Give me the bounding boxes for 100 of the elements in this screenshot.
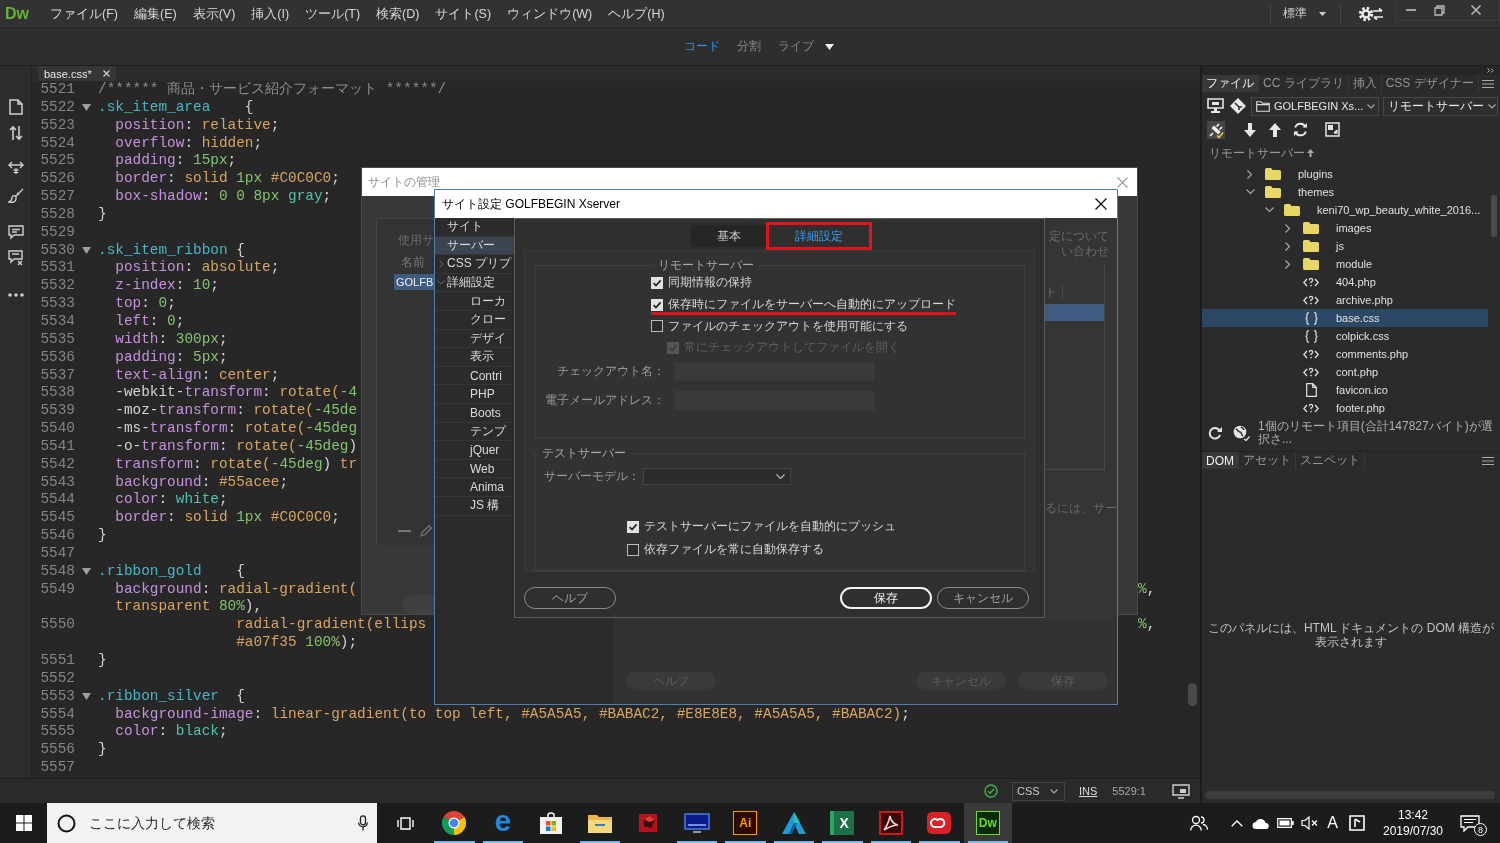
file-tree-item[interactable]: 404.php [1202,273,1488,291]
panel-tab[interactable]: ファイル [1202,75,1259,92]
menu-item[interactable]: ツール(T) [297,4,369,23]
cloud-icon[interactable] [1252,817,1271,829]
file-tree-item[interactable]: colpick.css [1202,327,1488,345]
checkbox[interactable] [627,543,639,556]
refresh-icon[interactable] [1208,426,1222,440]
fold-caret-icon[interactable] [82,247,91,254]
ime-pad-icon[interactable] [1349,815,1365,831]
chevron-down-icon[interactable] [1245,189,1255,195]
battery-icon[interactable] [1277,818,1295,828]
pencil-icon[interactable] [420,525,432,537]
file-tree-item[interactable]: favicon.ico [1202,381,1488,399]
taskbar-app[interactable]: Ai [721,803,770,843]
site-row[interactable]: GOLFB [394,274,434,290]
caret-icon[interactable] [825,43,834,50]
double-chevron-icon[interactable] [1487,68,1494,73]
menu-icon[interactable] [1482,456,1494,465]
chevron-down-icon[interactable] [1264,207,1274,213]
panel-tab[interactable]: DOM [1202,452,1239,469]
file-tree-item[interactable]: base.css [1202,309,1488,327]
file-tree-item[interactable]: plugins [1202,165,1488,183]
chevron-right-icon[interactable] [1247,169,1253,179]
chevron-up-icon[interactable] [1231,819,1244,827]
chevron-right-icon[interactable] [1285,223,1291,233]
menu-item[interactable]: 編集(E) [125,4,185,23]
view-tab[interactable]: コード [684,38,720,55]
column-header[interactable]: リモートサーバー [1209,144,1305,162]
dialog-button[interactable]: 保存 [840,587,932,609]
globe-icon[interactable] [1232,425,1250,441]
search-bar[interactable]: ここに入力して検索 [47,803,377,843]
scrollbar[interactable] [1188,683,1197,706]
expand-arrows-icon[interactable] [7,161,24,175]
workspace-dropdown[interactable]: 標準 [1283,5,1326,22]
taskbar-app[interactable]: e [478,803,527,843]
scrollbar[interactable] [1491,195,1497,237]
chevron-right-icon[interactable] [1285,259,1291,269]
clock[interactable]: 13:42 2019/07/30 [1382,807,1444,839]
search-field[interactable]: ここに入力して検索 [87,814,358,832]
view-dropdown[interactable]: リモートサーバー [1383,96,1498,116]
monitor-icon[interactable] [1207,98,1224,114]
fold-caret-icon[interactable] [82,568,91,576]
panel-tab[interactable]: 挿入 [1348,75,1382,92]
refresh-icon[interactable] [1293,122,1308,137]
panel-tab[interactable]: アセット [1239,452,1296,469]
panel-tab[interactable]: スニペット [1296,452,1365,469]
menu-item[interactable]: ウィンドウ(W) [499,4,601,23]
menu-item[interactable]: 表示(V) [184,4,244,23]
site-dropdown[interactable]: GOLFBEGIN Xs... [1251,96,1379,116]
file-tree-item[interactable]: themes [1202,183,1488,201]
chevron-right-icon[interactable] [1285,241,1291,251]
fold-caret-icon[interactable] [82,693,91,701]
menu-item[interactable]: ファイル(F) [42,4,126,23]
expand-icon[interactable] [1325,122,1340,137]
menu-item[interactable]: サイト(S) [427,4,500,23]
diamond-icon[interactable] [1230,98,1246,114]
people-icon[interactable] [1190,815,1209,831]
file-tree-item[interactable]: comments.php [1202,345,1488,363]
brush-icon[interactable] [7,188,24,204]
view-tab[interactable]: ライブ [778,38,814,55]
file-tree-item[interactable]: keni70_wp_beauty_white_2016... [1202,201,1488,219]
down-arrow-icon[interactable] [1244,122,1256,137]
speaker-muted-icon[interactable] [1301,816,1319,830]
checkbox-label: テストサーバーにファイルを自動的にプッシュ [644,518,896,535]
sort-arrows-icon[interactable] [8,125,23,141]
taskbar-app[interactable]: X [818,803,867,843]
file-tree-item[interactable]: js [1202,237,1488,255]
panel-tab[interactable]: CC ライブラリ [1259,75,1349,92]
file-icon[interactable] [8,99,23,115]
file-tab[interactable]: base.css* [38,66,116,81]
notification-icon[interactable] [1460,814,1480,832]
insert-mode-toggle[interactable]: INS [1079,785,1098,797]
close-icon[interactable] [1095,198,1107,210]
more-icon[interactable] [7,293,24,297]
fold-caret-icon[interactable] [82,104,91,112]
menu-item[interactable]: 検索(D) [368,4,428,23]
file-tree-item[interactable]: footer.php [1202,399,1488,417]
comment-remove-icon[interactable] [7,250,24,266]
up-arrow-icon[interactable] [1269,122,1281,137]
comment-icon[interactable] [7,225,24,240]
view-tab[interactable]: 分割 [737,38,761,55]
file-tree-item[interactable]: cont.php [1202,363,1488,381]
menu-icon[interactable] [1482,79,1494,88]
plug-icon[interactable] [1207,120,1225,139]
menu-item[interactable]: 挿入(I) [243,4,298,23]
input-mode-indicator[interactable]: A [1327,814,1338,832]
language-dropdown[interactable]: CSS [1012,781,1065,801]
gear-icon[interactable] [1359,5,1383,22]
menu-item[interactable]: ヘルプ(H) [600,4,673,23]
settings-tab[interactable]: 基本 [690,225,767,247]
file-tree-item[interactable]: archive.php [1202,291,1488,309]
checkbox[interactable] [651,320,663,333]
microphone-icon[interactable] [358,815,368,831]
file-tree-item[interactable]: module [1202,255,1488,273]
panel-tab[interactable]: CSS デザイナー [1381,75,1479,92]
chevron-right-icon[interactable] [438,260,444,268]
file-tree-item[interactable]: images [1202,219,1488,237]
preview-icon[interactable] [1172,783,1190,799]
chevron-down-icon[interactable] [437,280,445,286]
taskbar-app[interactable]: Dw [963,803,1012,843]
